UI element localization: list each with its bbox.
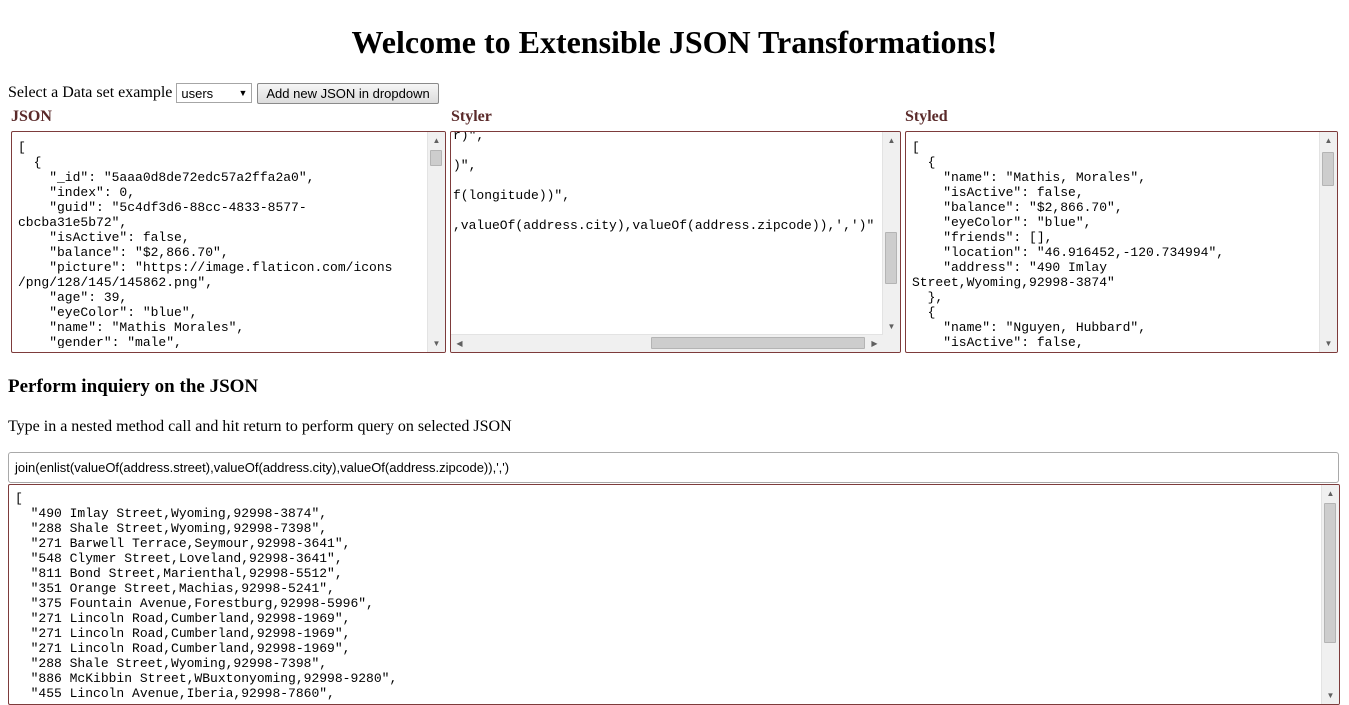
scroll-up-icon[interactable]: ▲ <box>428 132 445 149</box>
chevron-down-icon: ▼ <box>238 88 248 98</box>
styler-panel-label: Styler <box>451 108 492 125</box>
inquiry-heading: Perform inquiery on the JSON <box>8 376 259 397</box>
dataset-select-value: users <box>181 85 214 101</box>
styled-textarea[interactable]: [ { "name": "Mathis, Morales", "isActive… <box>905 131 1338 353</box>
scroll-right-icon[interactable]: ▶ <box>866 335 883 352</box>
scroll-up-icon[interactable]: ▲ <box>1322 485 1339 502</box>
json-vertical-scrollbar[interactable]: ▲ ▼ <box>427 132 445 352</box>
scroll-up-icon[interactable]: ▲ <box>1320 132 1337 149</box>
scroll-down-icon[interactable]: ▼ <box>883 318 900 335</box>
horizontal-scrollbar-thumb[interactable] <box>651 337 865 349</box>
results-textarea[interactable]: [ "490 Imlay Street,Wyoming,92998-3874",… <box>8 484 1340 705</box>
json-textarea-content: [ { "_id": "5aaa0d8de72edc57a2ffa2a0", "… <box>18 140 393 348</box>
styler-horizontal-scrollbar[interactable]: ◀ ▶ <box>451 334 883 352</box>
dataset-selector-row: Select a Data set example users ▼ Add ne… <box>8 82 439 104</box>
json-panel-label: JSON <box>11 108 52 125</box>
inquiry-instruction: Type in a nested method call and hit ret… <box>8 418 512 435</box>
scroll-down-icon[interactable]: ▼ <box>428 335 445 352</box>
results-textarea-content: [ "490 Imlay Street,Wyoming,92998-3874",… <box>15 491 398 700</box>
add-json-button[interactable]: Add new JSON in dropdown <box>257 82 439 104</box>
page-title: Welcome to Extensible JSON Transformatio… <box>351 24 998 60</box>
scrollbar-corner <box>883 335 900 352</box>
styled-panel-label: Styled <box>905 108 948 125</box>
scrollbar-thumb[interactable] <box>1324 503 1336 643</box>
results-vertical-scrollbar[interactable]: ▲ ▼ <box>1321 485 1339 704</box>
dataset-select-label: Select a Data set example <box>8 84 173 101</box>
styler-vertical-scrollbar[interactable]: ▲ ▼ <box>882 132 900 335</box>
styled-vertical-scrollbar[interactable]: ▲ ▼ <box>1319 132 1337 352</box>
scrollbar-thumb[interactable] <box>1322 152 1334 186</box>
styled-textarea-content: [ { "name": "Mathis, Morales", "isActive… <box>912 140 1225 348</box>
styler-textarea[interactable]: r)", )", f(longitude))", ,valueOf(addres… <box>450 131 901 353</box>
scroll-left-icon[interactable]: ◀ <box>451 335 468 352</box>
query-input[interactable]: join(enlist(valueOf(address.street),valu… <box>8 452 1339 483</box>
scroll-down-icon[interactable]: ▼ <box>1322 687 1339 704</box>
scrollbar-thumb[interactable] <box>885 232 897 284</box>
json-textarea[interactable]: [ { "_id": "5aaa0d8de72edc57a2ffa2a0", "… <box>11 131 446 353</box>
dataset-select[interactable]: users ▼ <box>176 83 253 103</box>
styler-textarea-content: r)", )", f(longitude))", ,valueOf(addres… <box>453 131 875 233</box>
scroll-down-icon[interactable]: ▼ <box>1320 335 1337 352</box>
scrollbar-thumb[interactable] <box>430 150 442 166</box>
scroll-up-icon[interactable]: ▲ <box>883 132 900 149</box>
